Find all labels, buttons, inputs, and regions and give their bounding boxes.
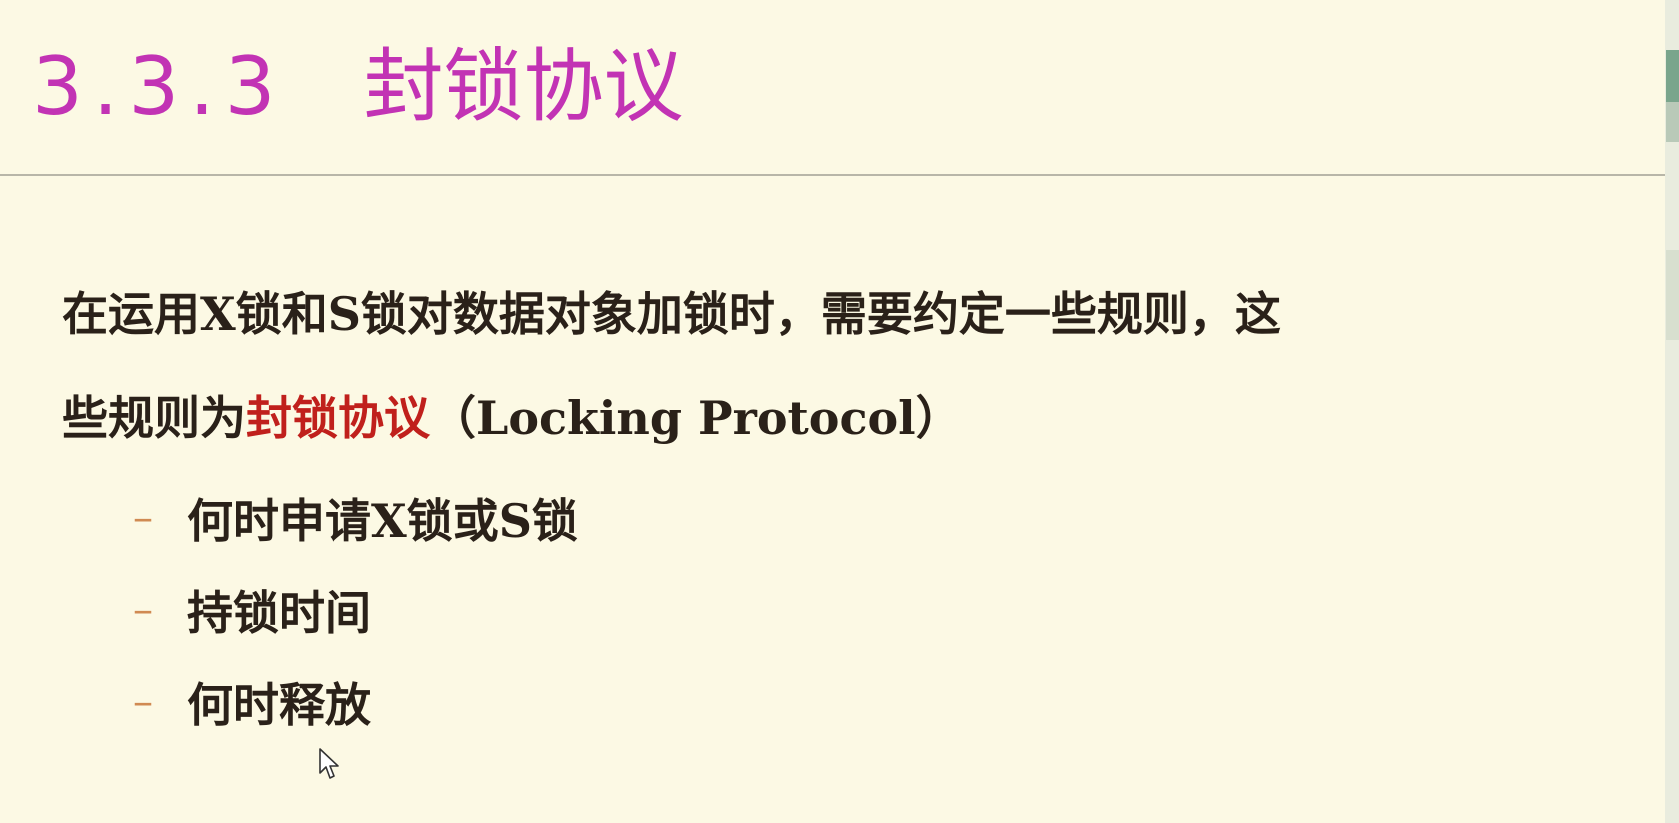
mouse-pointer-icon <box>319 748 339 779</box>
intro-line-1: 在运用X锁和S锁对数据对象加锁时，需要约定一些规则，这 <box>62 287 1281 341</box>
window-edge-segment <box>1666 50 1679 102</box>
bullet-text: 持锁时间 <box>187 586 371 640</box>
slide: 3.3.3 封锁协议 在运用X锁和S锁对数据对象加锁时，需要约定一些规则，这 些… <box>0 0 1672 823</box>
title-divider <box>0 174 1672 176</box>
bullet-text: 何时释放 <box>187 678 371 732</box>
slide-title-bar: 3.3.3 封锁协议 <box>0 0 1672 172</box>
slide-title: 3.3.3 封锁协议 <box>32 22 684 152</box>
list-item: – 何时申请X锁或S锁 <box>133 472 578 564</box>
intro-line-2-highlight: 封锁协议 <box>246 391 430 445</box>
list-item: – 持锁时间 <box>133 564 578 656</box>
window-edge-segment <box>1666 250 1679 340</box>
bullet-text: 何时申请X锁或S锁 <box>187 494 578 548</box>
intro-line-2-prefix: 些规则为 <box>62 391 246 445</box>
title-number: 3.3.3 <box>32 40 286 133</box>
window-edge-segment <box>1666 102 1679 142</box>
intro-line-2-suffix: （Locking Protocol） <box>430 391 962 445</box>
intro-line-2: 些规则为封锁协议（Locking Protocol） <box>62 366 1662 470</box>
bullet-dash: – <box>133 587 153 633</box>
intro-paragraph: 在运用X锁和S锁对数据对象加锁时，需要约定一些规则，这 些规则为封锁协议（Loc… <box>62 262 1662 470</box>
bullet-list: – 何时申请X锁或S锁 – 持锁时间 – 何时释放 <box>133 472 578 748</box>
list-item: – 何时释放 <box>133 656 578 748</box>
title-text: 封锁协议 <box>363 40 684 133</box>
bullet-dash: – <box>133 679 153 725</box>
bullet-dash: – <box>133 495 153 541</box>
